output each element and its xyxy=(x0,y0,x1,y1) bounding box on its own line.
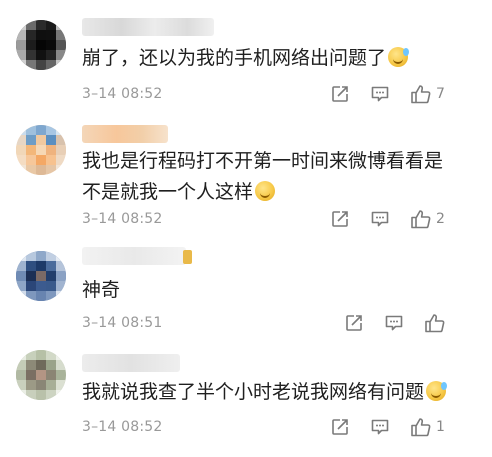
username-blurred[interactable] xyxy=(82,125,168,143)
share-icon xyxy=(332,211,348,227)
comment-actions: 2 xyxy=(0,209,492,233)
thumbs-up-icon xyxy=(411,210,431,229)
comment-item: 崩了，还以为我的手机网络出问题了 3–14 08:52 7 xyxy=(0,0,492,113)
comment-actions: 7 xyxy=(0,84,492,108)
avatar[interactable] xyxy=(16,125,66,175)
thumbs-up-icon xyxy=(411,85,431,104)
laugh-cry-emoji xyxy=(426,381,448,401)
share-icon xyxy=(332,86,348,102)
thinking-emoji xyxy=(255,181,276,201)
vip-badge-icon xyxy=(183,250,192,264)
share-button[interactable] xyxy=(330,84,352,106)
thumbs-up-icon xyxy=(411,418,431,437)
thumbs-up-icon xyxy=(425,314,445,333)
reply-button[interactable] xyxy=(370,209,392,231)
comment-text-content: 我就说我查了半个小时老说我网络有问题 xyxy=(82,381,425,403)
username-blurred[interactable] xyxy=(82,354,180,372)
like-button[interactable] xyxy=(424,313,450,335)
comment-icon xyxy=(385,315,403,331)
like-count: 7 xyxy=(436,86,445,102)
share-icon xyxy=(332,419,348,435)
reply-button[interactable] xyxy=(384,313,406,335)
share-button[interactable] xyxy=(344,313,366,335)
comment-icon xyxy=(371,211,389,227)
reply-button[interactable] xyxy=(370,84,392,106)
comment-text: 我就说我查了半个小时老说我网络有问题 xyxy=(82,377,452,408)
like-button[interactable]: 2 xyxy=(410,209,450,231)
username-blurred[interactable] xyxy=(82,18,214,36)
comment-actions: 1 xyxy=(0,417,492,441)
avatar[interactable] xyxy=(16,251,66,301)
share-icon xyxy=(346,315,362,331)
username-blurred[interactable] xyxy=(82,247,186,265)
comment-item: 我就说我查了半个小时老说我网络有问题 3–14 08:52 1 xyxy=(0,338,492,457)
like-button[interactable]: 1 xyxy=(410,417,450,439)
avatar[interactable] xyxy=(16,350,66,400)
share-button[interactable] xyxy=(330,209,352,231)
laugh-cry-emoji xyxy=(388,47,410,67)
share-button[interactable] xyxy=(330,417,352,439)
comment-item: 我也是行程码打不开第一时间来微博看看是不是就我一个人这样 3–14 08:52 … xyxy=(0,113,492,235)
comment-icon xyxy=(371,419,389,435)
comment-text: 崩了，还以为我的手机网络出问题了 xyxy=(82,43,452,74)
comment-icon xyxy=(371,86,389,102)
reply-button[interactable] xyxy=(370,417,392,439)
comment-text-content: 崩了，还以为我的手机网络出问题了 xyxy=(82,47,387,69)
comment-actions xyxy=(0,313,492,337)
avatar[interactable] xyxy=(16,20,66,70)
comment-item: 神奇 3–14 08:51 xyxy=(0,235,492,338)
like-count: 2 xyxy=(436,211,445,227)
like-count: 1 xyxy=(436,419,445,435)
like-button[interactable]: 7 xyxy=(410,84,450,106)
comment-text: 我也是行程码打不开第一时间来微博看看是不是就我一个人这样 xyxy=(82,146,454,208)
comment-text: 神奇 xyxy=(82,275,452,306)
comment-text-content: 神奇 xyxy=(82,279,121,301)
